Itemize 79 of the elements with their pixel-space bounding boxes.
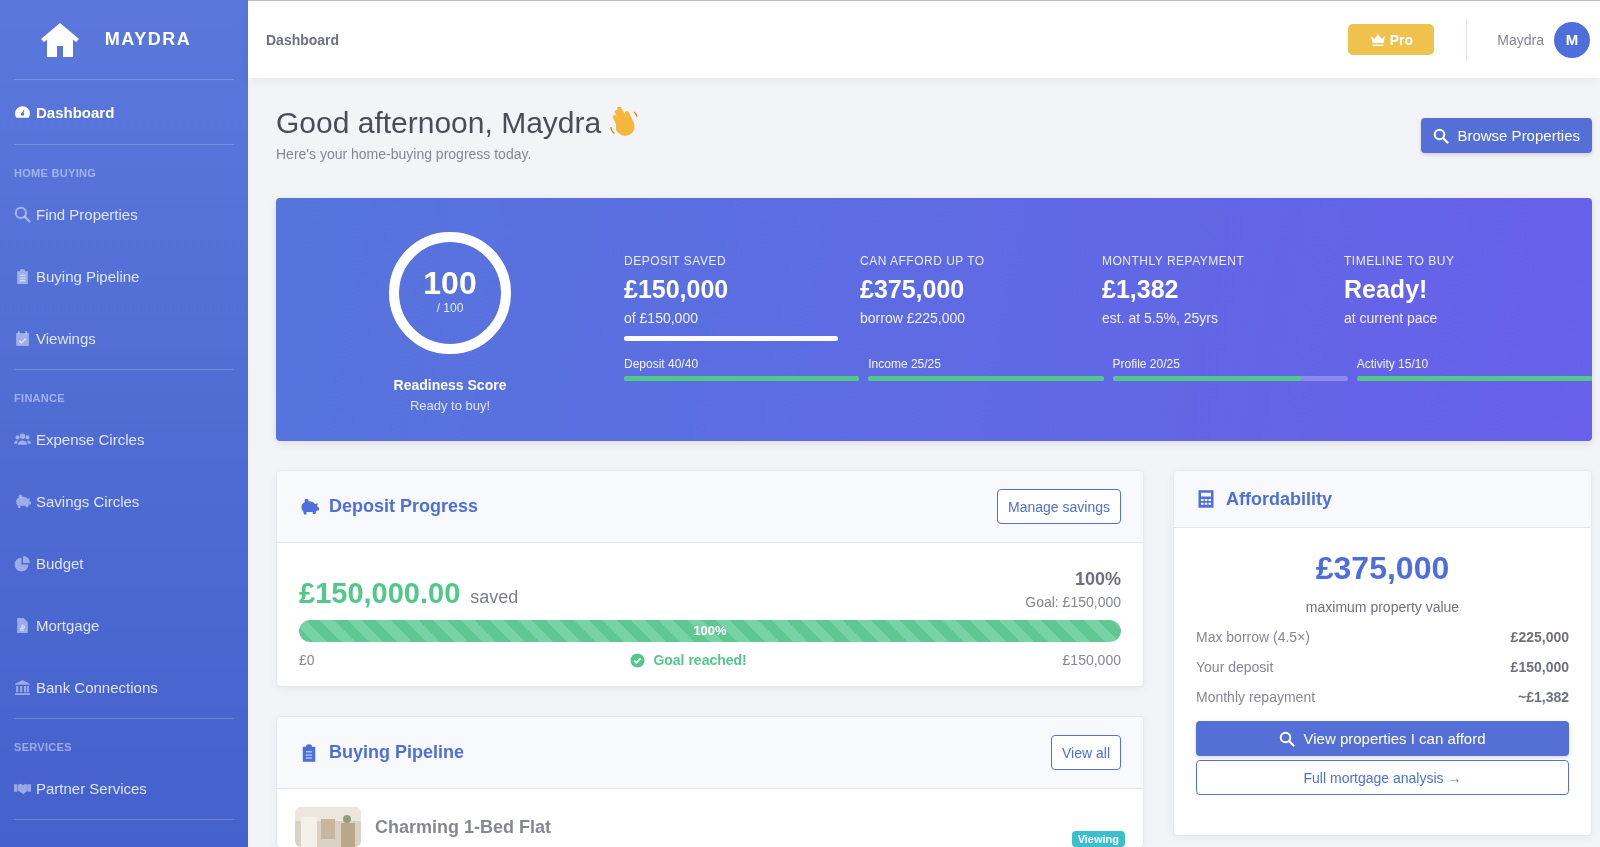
mortgage-analysis-button[interactable]: Full mortgage analysis → (1196, 760, 1569, 795)
piggy-bank-icon (299, 496, 319, 517)
row-label: Your deposit (1196, 659, 1274, 675)
stat-note: est. at 5.5%, 25yrs (1102, 310, 1219, 326)
stat-label: TIMELINE TO BUY (1344, 254, 1456, 268)
property-title: Charming 1-Bed Flat (375, 816, 552, 838)
nav-item[interactable]: Mortgage (14, 594, 234, 656)
stat-value: £375,000 (860, 275, 966, 304)
greeting-title: Good afternoon, Maydra (276, 106, 602, 140)
card-title: Buying Pipeline (329, 742, 465, 763)
section-heading: FINANCE (14, 391, 66, 406)
status-badge: Viewing (1071, 831, 1125, 847)
row-value: £150,000 (1510, 659, 1569, 675)
stat-value: Ready! (1344, 275, 1429, 304)
component-label: Activity 15/10 (1356, 357, 1430, 371)
axis-max: £150,000 (1062, 652, 1121, 668)
search-icon (1433, 127, 1450, 144)
stat-note: at current pace (1344, 310, 1439, 326)
outline-button[interactable]: Manage savings (997, 489, 1121, 524)
page-title: Dashboard (266, 31, 340, 48)
calculator-icon (1196, 489, 1216, 509)
stat-note: of £150,000 (624, 310, 699, 326)
score-status: Ready to buy! (409, 398, 491, 413)
component-label: Profile 20/25 (1112, 357, 1181, 371)
stat-label: MONTHLY REPAYMENT (1102, 254, 1246, 268)
brand-name: MAYDRA (104, 29, 192, 50)
component-label: Income 25/25 (868, 357, 942, 371)
nav-item[interactable]: Budget (14, 532, 234, 594)
user-avatar[interactable]: M (1554, 21, 1590, 58)
user-name[interactable]: Maydra (1497, 31, 1544, 48)
stat-label: CAN AFFORD UP TO (860, 254, 986, 268)
gauge-icon (14, 103, 31, 121)
axis-min: £0 (299, 652, 315, 668)
nav-item[interactable]: Expense Circles (14, 408, 234, 470)
nav-item[interactable]: Buying Pipeline (14, 245, 234, 307)
stat-value: £1,382 (1102, 275, 1180, 304)
nav-item[interactable]: Find Properties (14, 183, 234, 245)
progress-fill: 100% (299, 620, 1121, 642)
row-label: Max borrow (4.5×) (1196, 629, 1310, 645)
saved-label: saved (470, 587, 519, 607)
stat-note: borrow £225,000 (860, 310, 967, 326)
document-icon (14, 616, 31, 634)
clipboard-icon (14, 267, 31, 285)
row-value: ~£1,382 (1518, 689, 1569, 705)
section-heading: HOME BUYING (14, 166, 98, 181)
row-label: Monthly repayment (1196, 689, 1316, 705)
goal-status: Goal reached! (653, 652, 747, 668)
nav-item[interactable]: Dashboard (14, 80, 234, 144)
calendar-check-icon (14, 329, 31, 347)
search-icon (14, 205, 31, 223)
card-title: Deposit Progress (329, 496, 479, 517)
nav-item[interactable]: Partner Services (14, 757, 234, 819)
max-value: £375,000 (1314, 550, 1451, 587)
nav-item[interactable]: Savings Circles (14, 470, 234, 532)
saved-amount: £150,000.00 (299, 577, 461, 609)
card-title: Affordability (1226, 488, 1332, 510)
section-heading: SERVICES (14, 740, 73, 755)
piggy-bank-icon (14, 492, 31, 510)
score-max: / 100 (436, 301, 464, 315)
bank-icon (14, 678, 31, 696)
percent-value: 100% (1073, 569, 1121, 590)
browse-properties-button[interactable]: Browse Properties (1421, 118, 1592, 153)
goal-text: Goal: £150,000 (1025, 594, 1121, 610)
check-circle-icon (630, 652, 646, 668)
nav-item[interactable]: Viewings (14, 307, 234, 369)
component-label: Deposit 40/40 (624, 357, 700, 371)
score-label: Readiness Score (393, 377, 507, 393)
row-value: £225,000 (1510, 629, 1569, 645)
max-value-caption: maximum property value (1304, 599, 1461, 615)
search-icon (1279, 730, 1296, 747)
pie-chart-icon (14, 554, 31, 572)
outline-button[interactable]: View all (1051, 735, 1121, 770)
nav-item[interactable]: Bank Connections (14, 656, 234, 718)
stat-value: £150,000 (624, 275, 730, 304)
score-value: 100 (423, 267, 477, 299)
view-properties-button[interactable]: View properties I can afford (1196, 721, 1569, 756)
waving-hand-icon (607, 107, 640, 139)
greeting-subtitle: Here's your home-buying progress today. (276, 146, 533, 162)
stat-label: DEPOSIT SAVED (624, 254, 728, 268)
